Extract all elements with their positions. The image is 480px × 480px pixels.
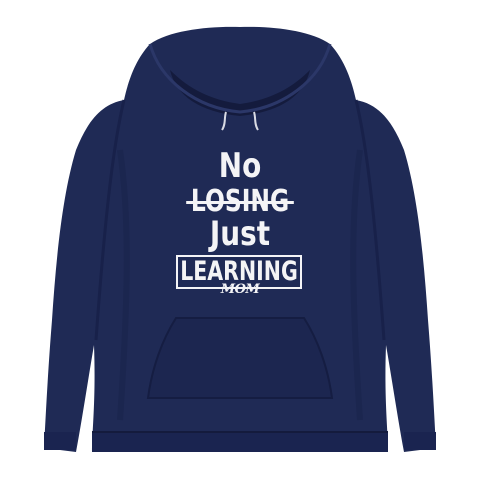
print-line-just: Just [209,214,271,254]
mom-logo: MOM [220,282,260,297]
product-image: No LOSING Just LEARNING MOM [0,0,480,480]
kangaroo-pocket [146,317,334,399]
print-line-no: No [218,146,262,186]
waistband [92,432,388,452]
cuff-left [44,432,76,450]
cuff-right [404,432,436,450]
strikethrough-bar [186,200,294,204]
